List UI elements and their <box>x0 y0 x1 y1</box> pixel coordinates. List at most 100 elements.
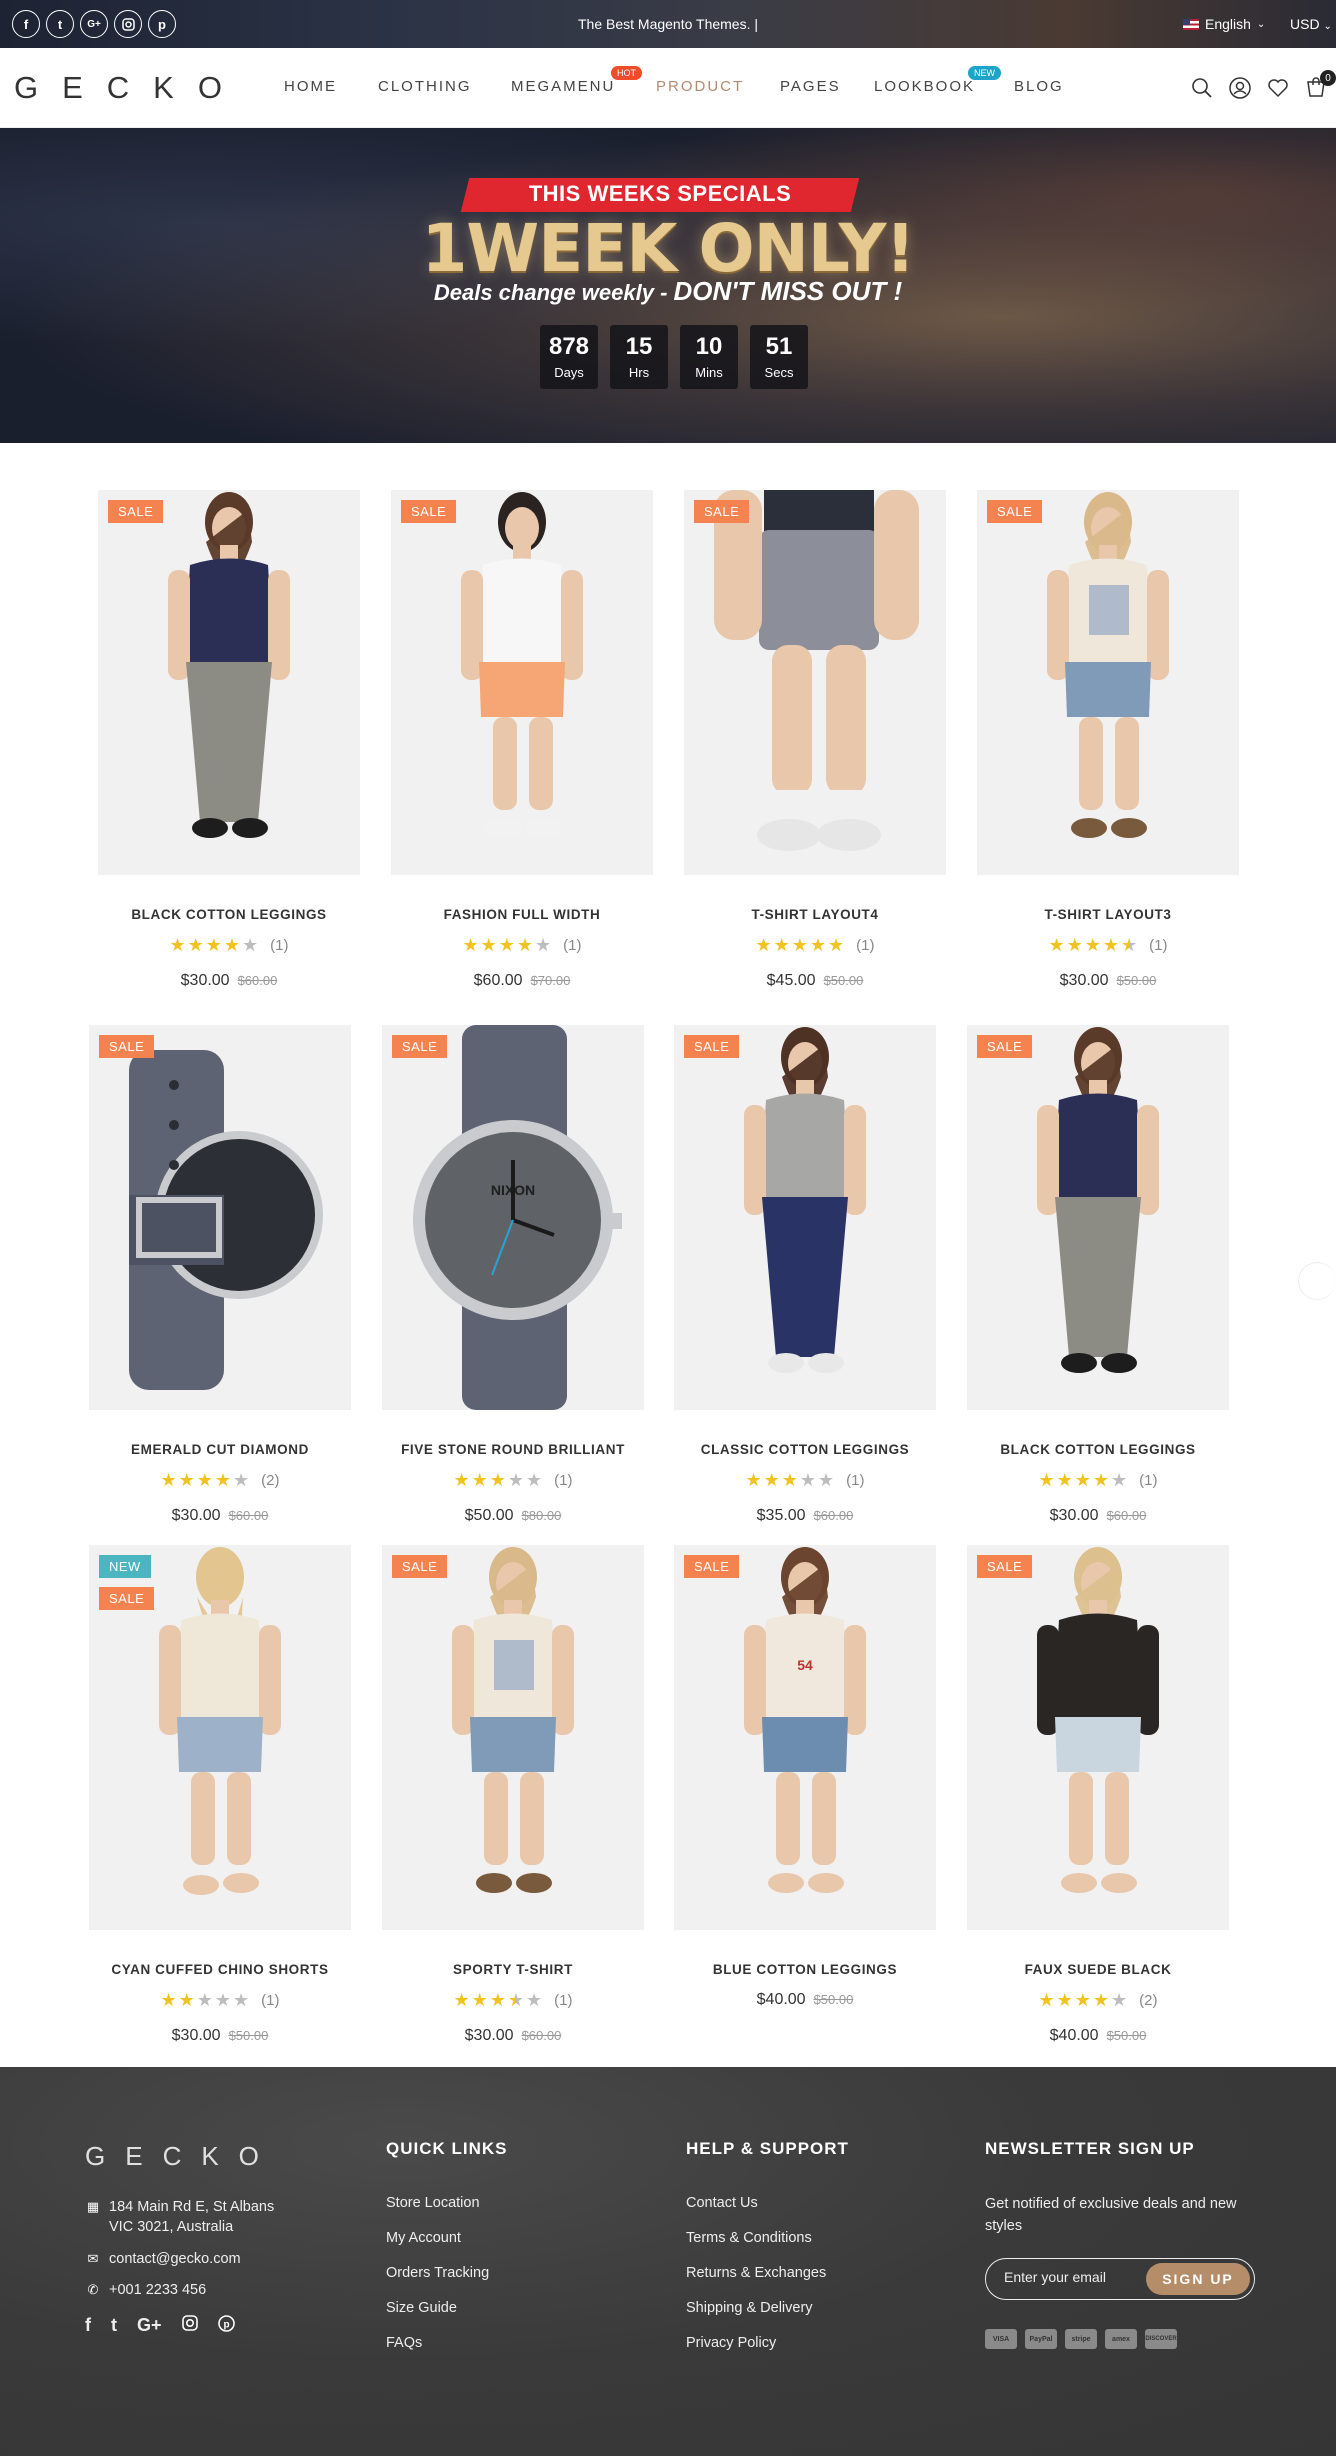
facebook-icon[interactable]: f <box>85 2315 91 2335</box>
product-image[interactable]: SALE <box>391 490 653 875</box>
product-card[interactable]: SALE CLASSIC COTTON LEGGINGS ★ ★ ★ ★ ★ (1) $3… <box>674 1025 936 1525</box>
product-name[interactable]: CYAN CUFFED CHINO SHORTS <box>89 1962 351 1977</box>
product-card[interactable]: SALE T-SHIRT LAYOUT4 ★ ★ ★ ★ ★ (1) $45.00 $50.… <box>684 490 946 990</box>
account-icon[interactable] <box>1228 76 1252 100</box>
footer-link-size-guide[interactable]: Size Guide <box>386 2300 457 2316</box>
product-rating: ★ ★ ★ ★ ★ (1) <box>382 1471 644 1489</box>
product-image[interactable]: SALE 54 <box>674 1545 936 1930</box>
review-count: (1) <box>1149 936 1168 954</box>
cart-icon[interactable]: 0 <box>1304 70 1336 100</box>
footer-link-privacy[interactable]: Privacy Policy <box>686 2335 776 2351</box>
product-prices: $30.00 $60.00 <box>967 1507 1229 1525</box>
language-selector[interactable]: English ⌄ <box>1183 16 1265 32</box>
footer-phone[interactable]: ✆ +001 2233 456 <box>85 2280 207 2300</box>
sale-badge: SALE <box>401 500 457 523</box>
nav-home[interactable]: HOME <box>284 78 337 95</box>
currency-selector[interactable]: USD ⌄ <box>1290 16 1332 32</box>
product-name[interactable]: FASHION FULL WIDTH <box>391 907 653 922</box>
review-count: (1) <box>846 1471 865 1489</box>
footer-link-contact-us[interactable]: Contact Us <box>686 2195 758 2211</box>
product-name[interactable]: FIVE STONE ROUND BRILLIANT <box>382 1442 644 1457</box>
product-name[interactable]: FAUX SUEDE BLACK <box>967 1962 1229 1977</box>
footer-link-shipping[interactable]: Shipping & Delivery <box>686 2300 813 2316</box>
product-price: $30.00 <box>171 1507 221 1524</box>
search-icon[interactable] <box>1190 76 1214 100</box>
svg-text:p: p <box>223 2320 229 2331</box>
product-name[interactable]: EMERALD CUT DIAMOND <box>89 1442 351 1457</box>
nav-blog[interactable]: BLOG <box>1014 78 1064 95</box>
footer-link-orders-tracking[interactable]: Orders Tracking <box>386 2265 489 2281</box>
site-logo[interactable]: GECKO <box>14 70 246 106</box>
product-rating: ★ ★ ★ ★ ★ (1) <box>684 936 946 954</box>
product-card[interactable]: SALE BLACK COTTON LEGGINGS ★ ★ ★ ★ ★ (1) $30.… <box>967 1025 1229 1525</box>
footer-link-terms[interactable]: Terms & Conditions <box>686 2230 812 2246</box>
product-card[interactable]: SALE EMERALD CUT DIAMOND ★ ★ ★ ★ ★ (2) $30.00… <box>89 1025 351 1525</box>
currency-label: USD <box>1290 16 1320 32</box>
pinterest-icon[interactable]: p <box>217 2315 235 2336</box>
footer-link-store-location[interactable]: Store Location <box>386 2195 480 2211</box>
product-name[interactable]: CLASSIC COTTON LEGGINGS <box>674 1442 936 1457</box>
product-card[interactable]: SALE T-SHIRT LAYOUT3 ★ ★ ★ ★ ★ (1) $30.00 $50.… <box>977 490 1239 990</box>
product-name[interactable]: BLACK COTTON LEGGINGS <box>98 907 360 922</box>
product-name[interactable]: T-SHIRT LAYOUT3 <box>977 907 1239 922</box>
product-rating: ★ ★ ★ ★ ★ (1) <box>674 1471 936 1489</box>
product-image[interactable]: SALE NIXON <box>382 1025 644 1410</box>
nav-clothing[interactable]: CLOTHING <box>378 78 472 95</box>
countdown-value: 51 <box>765 333 793 360</box>
product-name[interactable]: BLUE COTTON LEGGINGS <box>674 1962 936 1977</box>
newsletter-signup-button[interactable]: SIGN UP <box>1146 2263 1250 2295</box>
countdown-timer: 878 Days 15 Hrs 10 Mins 51 Secs <box>540 325 808 389</box>
product-price: $30.00 <box>1059 972 1109 989</box>
rating-star-icon: ★ <box>233 1990 250 2010</box>
footer-link-returns[interactable]: Returns & Exchanges <box>686 2265 826 2281</box>
product-name[interactable]: T-SHIRT LAYOUT4 <box>684 907 946 922</box>
product-image[interactable]: SALE <box>89 1025 351 1410</box>
product-image[interactable]: SALE <box>674 1025 936 1410</box>
rating-star-icon: ★ <box>507 1990 525 2010</box>
newsletter-email-input[interactable] <box>1004 2269 1144 2285</box>
product-card[interactable]: SALE 54 BLUE COTTON LEGGINGS $40.00 $50.0… <box>674 1545 936 2009</box>
rating-star-icon: ★ <box>1066 935 1083 955</box>
product-prices: $30.00 $60.00 <box>98 972 360 990</box>
rating-star-icon: ★ <box>462 935 479 955</box>
product-image[interactable]: SALE <box>382 1545 644 1930</box>
product-card[interactable]: SALE FASHION FULL WIDTH ★ ★ ★ ★ ★ (1) $60.00 $… <box>391 490 653 990</box>
product-name[interactable]: SPORTY T-SHIRT <box>382 1962 644 1977</box>
rating-star-icon: ★ <box>773 935 790 955</box>
product-image[interactable]: NEW SALE <box>89 1545 351 1930</box>
rating-star-icon: ★ <box>1102 935 1120 955</box>
footer-email[interactable]: ✉ contact@gecko.com <box>85 2249 241 2269</box>
product-image[interactable]: SALE <box>977 490 1239 875</box>
product-card[interactable]: SALE FAUX SUEDE BLACK ★ ★ ★ ★ ★ (2) $40.00 $50… <box>967 1545 1229 2045</box>
side-scroll-button[interactable] <box>1298 1262 1336 1300</box>
rating-star-icon: ★ <box>214 1470 232 1490</box>
product-card[interactable]: SALE BLACK COTTON LEGGINGS ★ ★ ★ ★ ★ (1) $30.… <box>98 490 360 990</box>
product-card[interactable]: SALE NIXON FIVE STONE ROUND BRILLIANT ★★… <box>382 1025 644 1525</box>
sale-badge: SALE <box>684 1555 740 1578</box>
product-image[interactable]: SALE <box>98 490 360 875</box>
footer-link-faqs[interactable]: FAQs <box>386 2335 422 2351</box>
google-plus-icon[interactable]: G+ <box>137 2315 162 2335</box>
hero-subtitle-emphasis: DON'T MISS OUT ! <box>673 276 903 306</box>
countdown-label: Secs <box>764 365 794 380</box>
nav-megamenu[interactable]: MEGAMENU HOT <box>511 66 642 95</box>
footer-link-my-account[interactable]: My Account <box>386 2230 461 2246</box>
countdown-seconds: 51 Secs <box>750 325 808 389</box>
footer-logo[interactable]: GECKO <box>85 2141 279 2172</box>
nav-pages[interactable]: PAGES <box>780 78 841 95</box>
review-count: (1) <box>270 936 289 954</box>
nav-lookbook[interactable]: LOOKBOOK NEW <box>874 66 1001 95</box>
product-name[interactable]: BLACK COTTON LEGGINGS <box>967 1442 1229 1457</box>
product-card[interactable]: NEW SALE CYAN CUFFED CHINO SHORTS ★ ★ ★ ★ ★ (1… <box>89 1545 351 2045</box>
wishlist-heart-icon[interactable] <box>1266 76 1290 100</box>
product-image[interactable]: SALE <box>684 490 946 875</box>
product-image[interactable]: SALE <box>967 1545 1229 1930</box>
product-card[interactable]: SALE SPORTY T-SHIRT ★ ★ ★ ★ ★ (1) $30.00 $60.0… <box>382 1545 644 2045</box>
phone-icon: ✆ <box>87 2282 99 2297</box>
nav-product[interactable]: PRODUCT <box>656 78 744 95</box>
review-count: (1) <box>554 1471 573 1489</box>
product-image[interactable]: SALE <box>967 1025 1229 1410</box>
twitter-icon[interactable]: t <box>111 2315 117 2335</box>
instagram-icon[interactable] <box>181 2315 198 2335</box>
sale-badge: SALE <box>977 1555 1033 1578</box>
